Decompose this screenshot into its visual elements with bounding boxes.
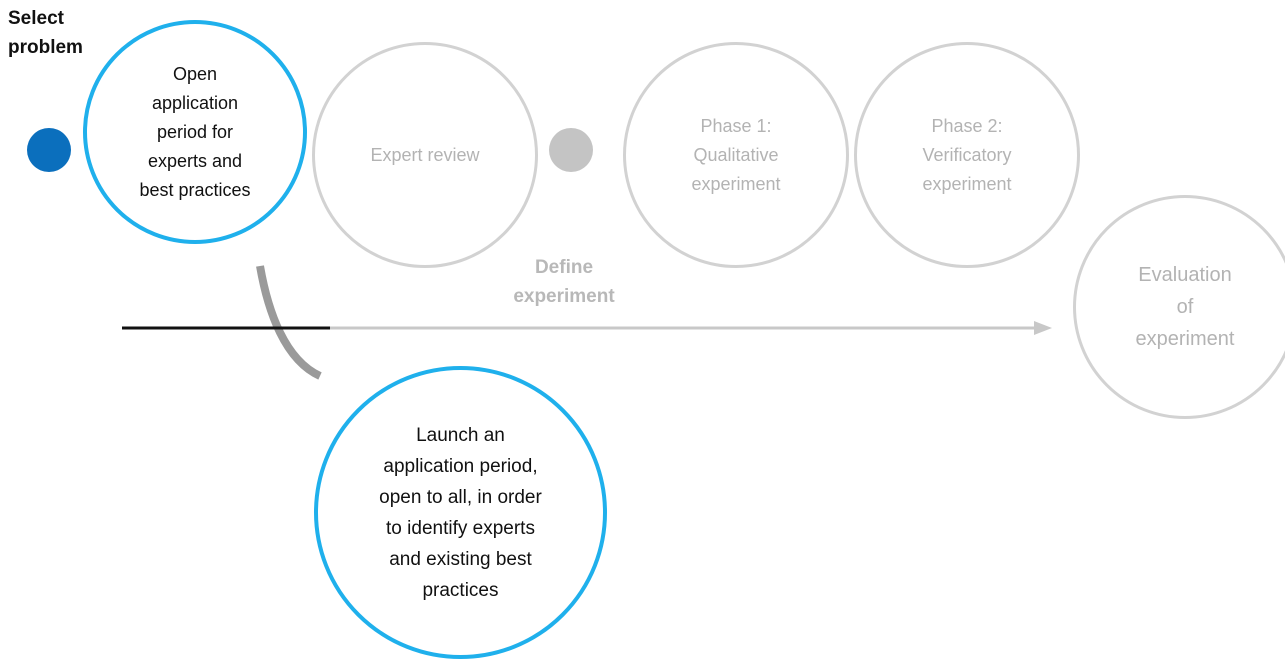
connector-curve <box>256 265 322 380</box>
timeline-graphics <box>122 265 1052 380</box>
timeline-arrowhead <box>1034 321 1052 335</box>
